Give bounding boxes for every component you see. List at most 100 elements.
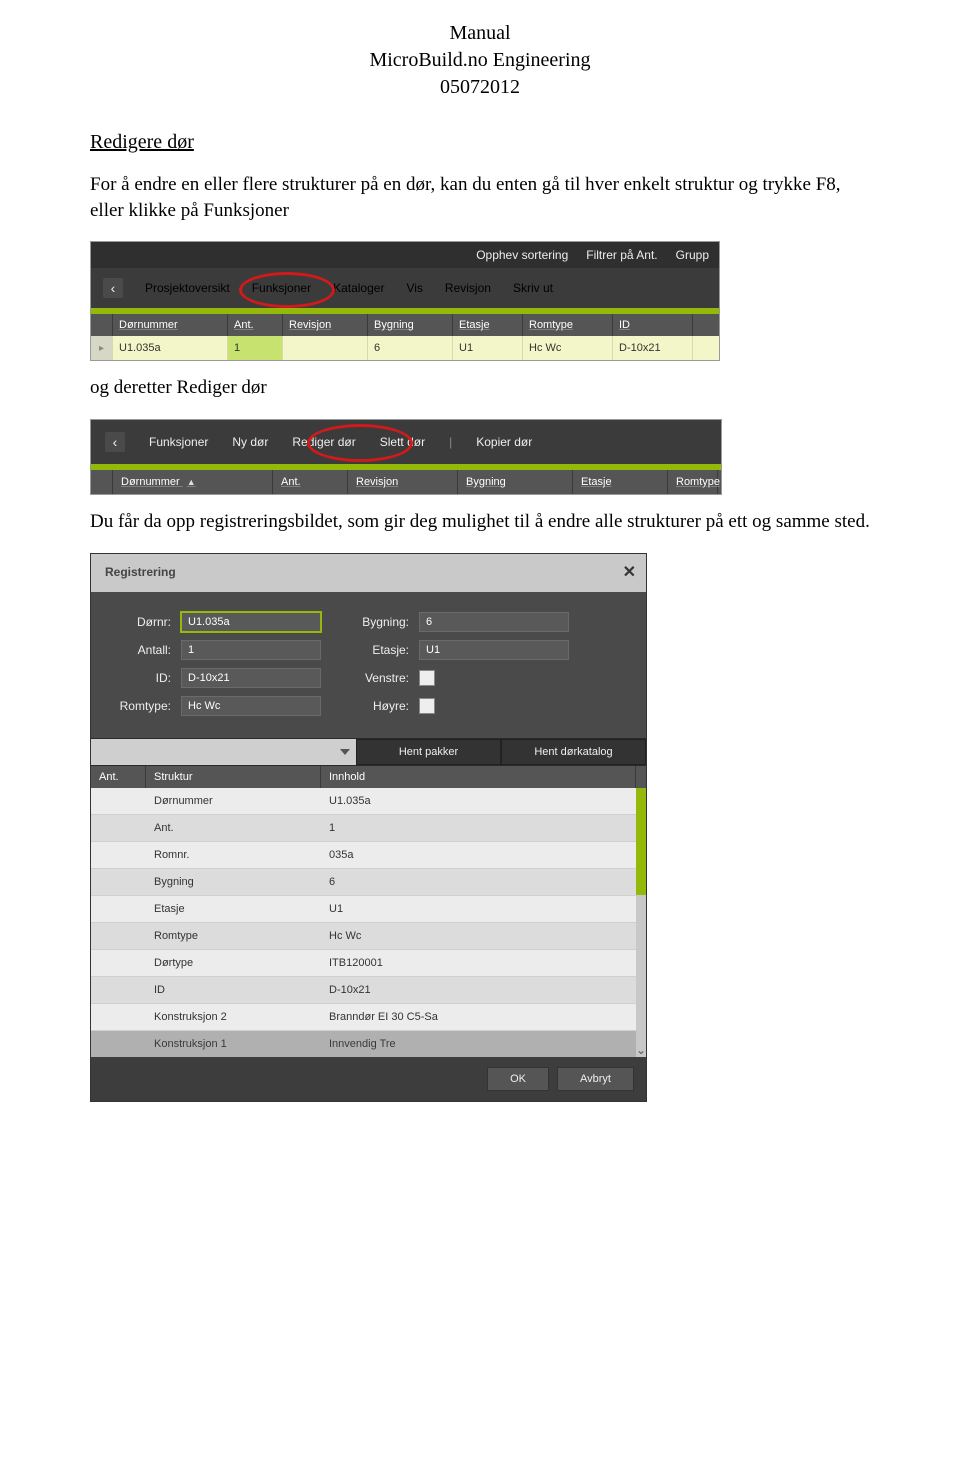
checkbox-venstre[interactable]: [419, 670, 435, 686]
input-romtype[interactable]: [181, 696, 321, 716]
cell-struktur: Dørnummer: [146, 788, 321, 815]
package-dropdown[interactable]: [91, 739, 356, 765]
table-header-bygning[interactable]: Bygning: [458, 470, 573, 494]
table-header-dornummer[interactable]: Dørnummer: [113, 314, 228, 336]
cell-innhold: D-10x21: [321, 977, 636, 1004]
scroll-down-icon[interactable]: ⌄: [636, 1043, 646, 1057]
table-header-id[interactable]: ID: [613, 314, 693, 336]
input-bygning[interactable]: [419, 612, 569, 632]
paragraph-3: Du får da opp registreringsbildet, som g…: [90, 509, 870, 535]
doc-title-line1: Manual: [90, 20, 870, 47]
scrollbar-thumb[interactable]: [636, 788, 646, 896]
menu-skriv-ut[interactable]: Skriv ut: [513, 281, 553, 295]
menu-funksjoner[interactable]: Funksjoner: [252, 281, 311, 295]
menu-prosjektoversikt[interactable]: Prosjektoversikt: [145, 281, 230, 295]
cell-innhold: 6: [321, 869, 636, 896]
table-header-dornummer-sorted[interactable]: Dørnummer ▲: [113, 470, 273, 494]
checkbox-hoyre[interactable]: [419, 698, 435, 714]
table-header-bygning[interactable]: Bygning: [368, 314, 453, 336]
label-etasje: Etasje:: [351, 643, 409, 657]
chevron-down-icon: [340, 749, 350, 755]
grid-header: Ant. Struktur Innhold: [91, 766, 646, 788]
cell-innhold: 1: [321, 815, 636, 842]
input-dornr[interactable]: [181, 612, 321, 632]
cell-ant: [91, 1004, 146, 1031]
hent-dorkatalog-button[interactable]: Hent dørkatalog: [501, 739, 646, 765]
table-header-ant[interactable]: Ant.: [273, 470, 348, 494]
input-antall[interactable]: [181, 640, 321, 660]
cell-innhold: U1: [321, 896, 636, 923]
cell-innhold: Branndør EI 30 C5-Sa: [321, 1004, 636, 1031]
dialog-footer: OK Avbryt: [91, 1057, 646, 1101]
cell-bygning: 6: [368, 336, 453, 360]
sort-asc-icon: ▲: [187, 477, 196, 487]
input-etasje[interactable]: [419, 640, 569, 660]
doc-title-line2: MicroBuild.no Engineering: [90, 47, 870, 74]
table-header-row: Dørnummer ▲ Ant. Revisjon Bygning Etasje…: [91, 470, 721, 494]
table-header-ant[interactable]: Ant.: [228, 314, 283, 336]
table-header-romtype[interactable]: Romtype: [523, 314, 613, 336]
action-filtrer-ant[interactable]: Filtrer på Ant.: [586, 248, 657, 262]
cell-ant: [91, 815, 146, 842]
grid-header-innhold[interactable]: Innhold: [321, 766, 636, 788]
label-antall: Antall:: [111, 643, 171, 657]
menu-kataloger[interactable]: Kataloger: [333, 281, 384, 295]
table-header-revisjon[interactable]: Revisjon: [283, 314, 368, 336]
label-bygning: Bygning:: [351, 615, 409, 629]
action-grupp[interactable]: Grupp: [676, 248, 709, 262]
menu-revisjon[interactable]: Revisjon: [445, 281, 491, 295]
hent-pakker-button[interactable]: Hent pakker: [356, 739, 501, 765]
action-opphev-sortering[interactable]: Opphev sortering: [476, 248, 568, 262]
table-row[interactable]: ▸ U1.035a 1 6 U1 Hc Wc D-10x21: [91, 336, 719, 360]
scrollbar-track[interactable]: ⌄: [636, 788, 646, 1057]
table-header-romtype[interactable]: Romtype: [668, 470, 718, 494]
grid-header-struktur[interactable]: Struktur: [146, 766, 321, 788]
label-id: ID:: [111, 671, 171, 685]
label-hoyre: Høyre:: [351, 699, 409, 713]
label-venstre: Venstre:: [351, 671, 409, 685]
table-header-etasje[interactable]: Etasje: [573, 470, 668, 494]
form-area: Dørnr: Bygning: Antall: Etasje:: [91, 592, 646, 738]
ok-button[interactable]: OK: [487, 1067, 549, 1091]
menu-kopier-dor[interactable]: Kopier dør: [476, 435, 532, 449]
cell-dornummer: U1.035a: [113, 336, 228, 360]
label-dornr: Dørnr:: [111, 615, 171, 629]
cell-struktur: Romtype: [146, 923, 321, 950]
grid-header-ant[interactable]: Ant.: [91, 766, 146, 788]
close-icon[interactable]: ✕: [623, 562, 636, 582]
screenshot-rediger-dor-menu: ‹ Funksjoner Ny dør Rediger dør Slett dø…: [90, 419, 722, 495]
menu-slett-dor[interactable]: Slett dør: [380, 435, 425, 449]
input-id[interactable]: [181, 668, 321, 688]
doc-title-line3: 05072012: [90, 74, 870, 101]
menu-ny-dor[interactable]: Ny dør: [232, 435, 268, 449]
cell-struktur: Konstruksjon 1: [146, 1031, 321, 1057]
cell-revisjon: [283, 336, 368, 360]
row-marker-icon: ▸: [91, 336, 113, 360]
avbryt-button[interactable]: Avbryt: [557, 1067, 634, 1091]
dialog-title: Registrering: [105, 565, 176, 579]
cell-ant: [91, 923, 146, 950]
menu-vis[interactable]: Vis: [406, 281, 422, 295]
back-chevron-icon[interactable]: ‹: [103, 278, 123, 298]
table-header-revisjon[interactable]: Revisjon: [348, 470, 458, 494]
cell-struktur: ID: [146, 977, 321, 1004]
cell-etasje: U1: [453, 336, 523, 360]
menu-funksjoner[interactable]: Funksjoner: [149, 435, 208, 449]
cell-struktur: Ant.: [146, 815, 321, 842]
table-header-etasje[interactable]: Etasje: [453, 314, 523, 336]
cell-innhold: ITB120001: [321, 950, 636, 977]
main-menubar: ‹ Prosjektoversikt Funksjoner Kataloger …: [91, 268, 719, 308]
paragraph-2: og deretter Rediger dør: [90, 375, 870, 401]
back-chevron-icon[interactable]: ‹: [105, 432, 125, 452]
screenshot-registrering-dialog: Registrering ✕ Dørnr: Bygning: Antall:: [90, 553, 647, 1102]
cell-ant-selected[interactable]: 1: [228, 336, 283, 360]
cell-ant: [91, 977, 146, 1004]
table-header-row: Dørnummer Ant. Revisjon Bygning Etasje R…: [91, 314, 719, 336]
cell-innhold: Hc Wc: [321, 923, 636, 950]
menu-rediger-dor[interactable]: Rediger dør: [292, 435, 355, 449]
cell-ant: [91, 842, 146, 869]
cell-innhold: 035a: [321, 842, 636, 869]
label-romtype: Romtype:: [111, 699, 171, 713]
cell-struktur: Romnr.: [146, 842, 321, 869]
grid-body: DørnummerU1.035aAnt.1Romnr.035aBygning6E…: [91, 788, 646, 1057]
